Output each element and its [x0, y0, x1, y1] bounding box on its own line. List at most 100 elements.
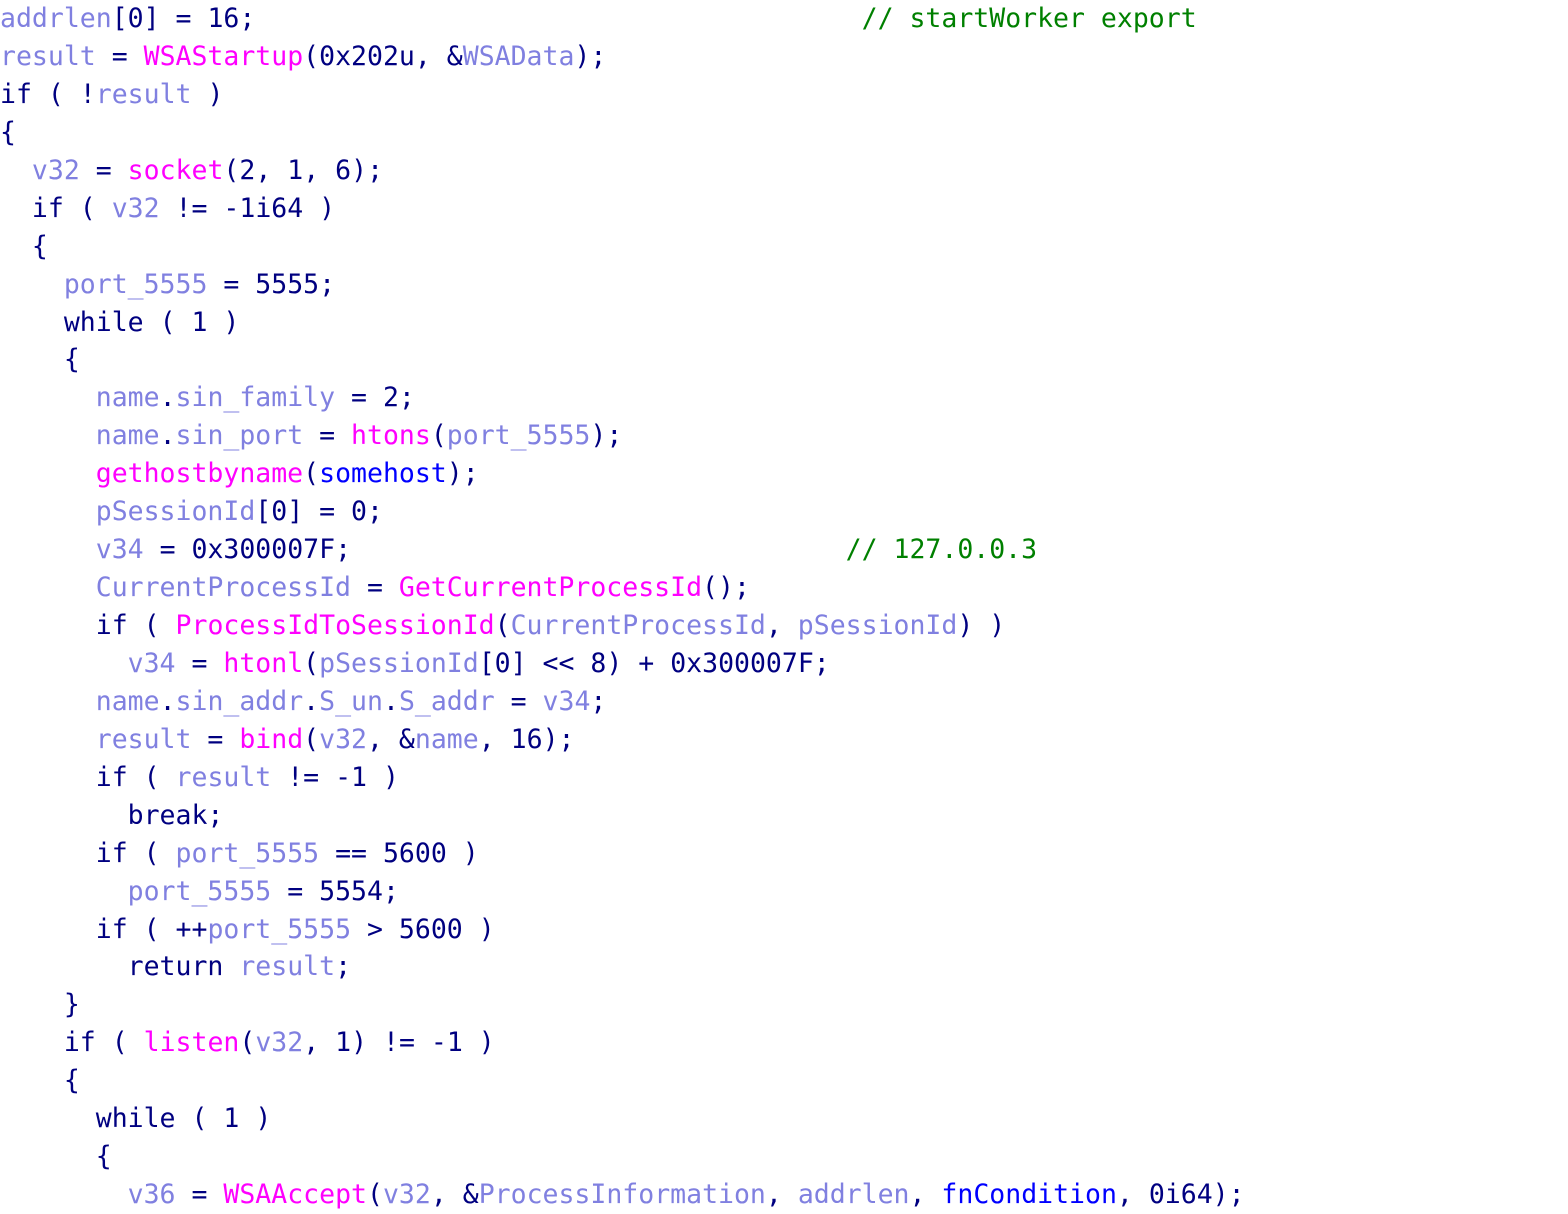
- code-line[interactable]: while ( 1 ): [0, 1100, 1568, 1138]
- code-token-lvar[interactable]: port_5555: [128, 876, 272, 907]
- code-token-lvar[interactable]: ProcessInformation: [479, 1179, 766, 1210]
- code-token-lvar[interactable]: result: [0, 41, 96, 72]
- code-token-number: 0x300007F: [191, 534, 336, 566]
- code-token-lvar[interactable]: v32: [383, 1179, 431, 1210]
- code-line[interactable]: port_5555 = 5555;: [0, 266, 1568, 304]
- code-line[interactable]: }: [0, 986, 1568, 1024]
- code-line[interactable]: if ( ++port_5555 > 5600 ): [0, 911, 1568, 949]
- code-token-func[interactable]: GetCurrentProcessId: [399, 572, 702, 603]
- code-token-punct: ,: [909, 1179, 942, 1211]
- code-line[interactable]: result = WSAStartup(0x202u, &WSAData);: [0, 38, 1568, 76]
- code-token-lvar[interactable]: sin_port: [176, 420, 304, 451]
- code-line[interactable]: result = bind(v32, &name, 16);: [0, 721, 1568, 759]
- code-line[interactable]: gethostbyname(somehost);: [0, 455, 1568, 493]
- code-token-punct: ;: [335, 534, 352, 566]
- code-line[interactable]: if ( port_5555 == 5600 ): [0, 835, 1568, 873]
- code-token-func[interactable]: WSAAccept: [223, 1179, 367, 1210]
- code-token-lvar[interactable]: v32: [112, 193, 160, 224]
- code-token-lvar[interactable]: v32: [319, 724, 367, 755]
- code-token-lvar[interactable]: port_5555: [447, 420, 591, 451]
- code-token-lvar[interactable]: pSessionId: [96, 496, 256, 527]
- code-line[interactable]: {: [0, 1138, 1568, 1176]
- code-token-lvar[interactable]: name: [96, 382, 160, 413]
- code-line[interactable]: name.sin_family = 2;: [0, 379, 1568, 417]
- code-line[interactable]: if ( listen(v32, 1) != -1 ): [0, 1024, 1568, 1062]
- code-token-lvar[interactable]: result: [96, 79, 192, 110]
- code-line[interactable]: if ( result != -1 ): [0, 759, 1568, 797]
- code-token-lvar[interactable]: CurrentProcessId: [96, 572, 351, 603]
- code-token-lvar[interactable]: addrlen: [798, 1179, 910, 1210]
- code-token-punct: =: [95, 40, 144, 72]
- code-token-punct: =: [351, 572, 399, 604]
- code-line[interactable]: {: [0, 114, 1568, 152]
- code-line[interactable]: v34 = 0x300007F; // 127.0.0.3: [0, 531, 1568, 569]
- code-line[interactable]: addrlen[0] = 16; // startWorker export: [0, 0, 1568, 38]
- code-token-func[interactable]: ProcessIdToSessionId: [176, 610, 495, 641]
- code-token-func[interactable]: htons: [351, 420, 431, 451]
- code-token-lvar[interactable]: name: [415, 724, 479, 755]
- code-body[interactable]: addrlen[0] = 16; // startWorker export re…: [0, 0, 1568, 1214]
- code-token-punct: ): [207, 306, 240, 338]
- code-token-func[interactable]: WSAStartup: [144, 41, 304, 72]
- code-line[interactable]: if ( !result ): [0, 76, 1568, 114]
- code-token-func[interactable]: gethostbyname: [96, 458, 303, 489]
- code-line[interactable]: break;: [0, 797, 1568, 835]
- code-line[interactable]: v36 = WSAAccept(v32, &ProcessInformation…: [0, 1176, 1568, 1214]
- code-token-lvar[interactable]: v34: [96, 534, 144, 565]
- code-token-lvar[interactable]: WSAData: [463, 41, 575, 72]
- code-token-gvar[interactable]: somehost: [319, 458, 447, 489]
- code-token-number: 16: [510, 723, 543, 755]
- code-token-lvar[interactable]: result: [176, 762, 272, 793]
- code-token-lvar[interactable]: v34: [543, 686, 591, 717]
- code-token-lvar[interactable]: sin_family: [176, 382, 336, 413]
- code-token-lvar[interactable]: v32: [255, 1027, 303, 1058]
- code-line[interactable]: name.sin_addr.S_un.S_addr = v34;: [0, 683, 1568, 721]
- code-token-lvar[interactable]: port_5555: [176, 838, 320, 869]
- code-token-punct: ,: [765, 1179, 798, 1211]
- code-token-punct: , &: [430, 1179, 479, 1211]
- code-token-func[interactable]: bind: [239, 724, 303, 755]
- code-token-lvar[interactable]: v36: [128, 1179, 176, 1210]
- code-token-func[interactable]: listen: [144, 1027, 240, 1058]
- code-token-lvar[interactable]: port_5555: [207, 914, 351, 945]
- code-line[interactable]: while ( 1 ): [0, 304, 1568, 342]
- code-line[interactable]: if ( ProcessIdToSessionId(CurrentProcess…: [0, 607, 1568, 645]
- code-token-lvar[interactable]: name: [96, 686, 160, 717]
- code-line[interactable]: return result;: [0, 948, 1568, 986]
- code-token-gvar[interactable]: fnCondition: [941, 1179, 1117, 1210]
- code-token-lvar[interactable]: result: [96, 724, 192, 755]
- code-token-lvar[interactable]: CurrentProcessId: [511, 610, 766, 641]
- code-token-lvar[interactable]: result: [239, 951, 335, 982]
- code-line[interactable]: {: [0, 228, 1568, 266]
- code-line[interactable]: v32 = socket(2, 1, 6);: [0, 152, 1568, 190]
- code-token-lvar[interactable]: S_addr: [399, 686, 495, 717]
- pseudocode-view[interactable]: addrlen[0] = 16; // startWorker export re…: [0, 0, 1568, 1214]
- code-token-number: -1: [430, 1027, 463, 1059]
- code-line[interactable]: pSessionId[0] = 0;: [0, 493, 1568, 531]
- code-token-lvar[interactable]: v34: [128, 648, 176, 679]
- code-line[interactable]: {: [0, 341, 1568, 379]
- code-token-lvar[interactable]: port_5555: [64, 269, 208, 300]
- code-line[interactable]: CurrentProcessId = GetCurrentProcessId()…: [0, 569, 1568, 607]
- code-token-comment: // 127.0.0.3: [845, 534, 1038, 566]
- code-token-punct: (: [303, 40, 320, 72]
- code-line[interactable]: name.sin_port = htons(port_5555);: [0, 417, 1568, 455]
- code-line[interactable]: {: [0, 1062, 1568, 1100]
- code-token-lvar[interactable]: name: [96, 420, 160, 451]
- code-token-punct: =: [303, 420, 352, 452]
- code-line[interactable]: if ( v32 != -1i64 ): [0, 190, 1568, 228]
- code-token-lvar[interactable]: pSessionId: [798, 610, 958, 641]
- code-token-lvar[interactable]: sin_addr: [176, 686, 304, 717]
- code-token-func[interactable]: htonl: [223, 648, 303, 679]
- code-token-lvar[interactable]: S_un: [319, 686, 383, 717]
- code-token-lvar[interactable]: addrlen: [0, 3, 112, 34]
- code-token-lvar[interactable]: v32: [32, 155, 80, 186]
- code-token-lvar[interactable]: pSessionId: [319, 648, 479, 679]
- code-line[interactable]: port_5555 = 5554;: [0, 873, 1568, 911]
- code-token-func[interactable]: socket: [128, 155, 224, 186]
- code-line[interactable]: v34 = htonl(pSessionId[0] << 8) + 0x3000…: [0, 645, 1568, 683]
